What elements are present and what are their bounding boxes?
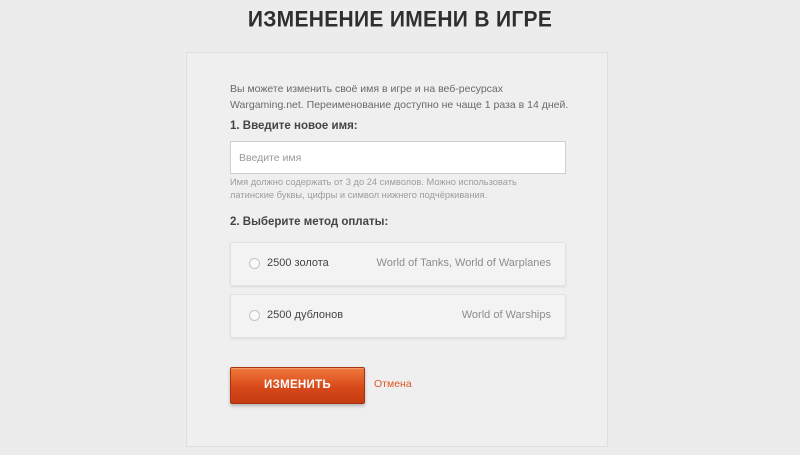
payment-option-doubloons[interactable]: 2500 дублонов World of Warships [230, 294, 566, 338]
page-title: ИЗМЕНЕНИЕ ИМЕНИ В ИГРЕ [247, 7, 553, 32]
payment-option-label: 2500 дублонов [267, 309, 344, 321]
rename-form-card: Вы можете изменить своё имя в игре и на … [186, 52, 608, 447]
payment-option-games: World of Tanks, World of Warplanes [376, 257, 551, 269]
hint-line: латинские буквы, цифры и символ нижнего … [230, 190, 488, 200]
payment-option-games: World of Warships [461, 309, 551, 321]
intro-line: Вы можете изменить своё имя в игре и на … [230, 83, 504, 95]
name-hint: Имя должно содержать от 3 до 24 символов… [230, 176, 550, 202]
radio-button[interactable] [249, 310, 260, 321]
intro-text: Вы можете изменить своё имя в игре и на … [230, 81, 575, 113]
hint-line: Имя должно содержать от 3 до 24 символов… [230, 177, 517, 187]
payment-option-gold[interactable]: 2500 золота World of Tanks, World of War… [230, 242, 566, 286]
intro-line: Wargaming.net. Переименование доступно н… [230, 99, 569, 111]
radio-button[interactable] [249, 258, 260, 269]
name-input[interactable] [230, 141, 566, 174]
step1-label: 1. Введите новое имя: [230, 120, 358, 132]
step2-label: 2. Выберите метод оплаты: [230, 216, 389, 228]
payment-option-label: 2500 золота [267, 257, 329, 269]
submit-button[interactable]: ИЗМЕНИТЬ [230, 367, 365, 404]
cancel-link[interactable]: Отмена [374, 378, 412, 390]
